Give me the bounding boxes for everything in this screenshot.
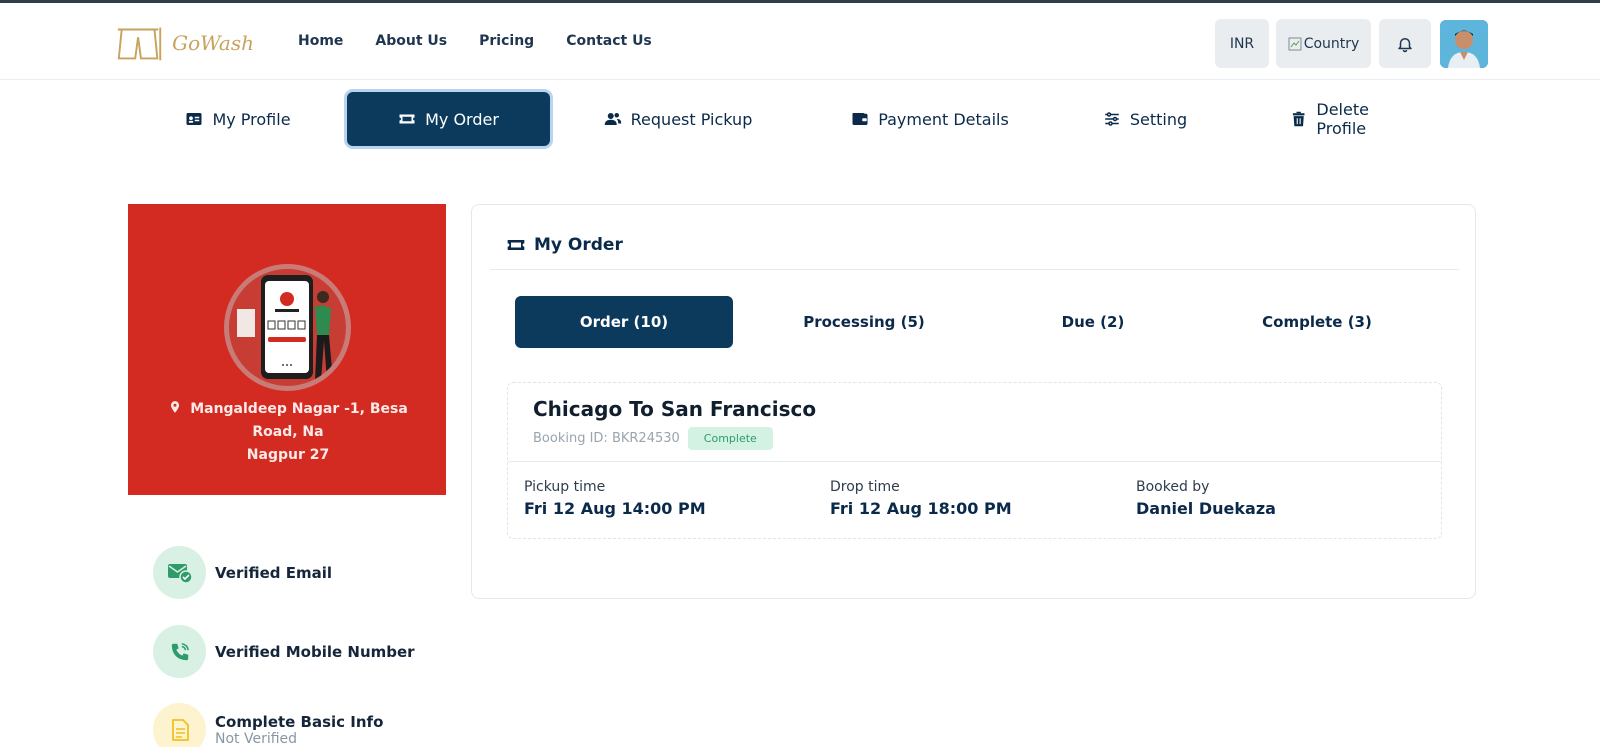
location-pin-icon: [171, 401, 180, 413]
booked-label: Booked by: [1136, 479, 1210, 495]
verification-status: Not Verified: [215, 730, 298, 747]
tab-label: My Profile: [212, 109, 291, 129]
main-nav: Home About Us Pricing Contact Us: [298, 33, 652, 49]
booked-value: Daniel Duekaza: [1136, 499, 1276, 518]
verification-icon-wrap: [153, 546, 206, 599]
order-route: Chicago To San Francisco: [533, 397, 817, 421]
tab-setting[interactable]: Setting: [1100, 92, 1190, 146]
wallet-icon: [852, 113, 868, 125]
order-panel-title: My Order: [534, 235, 623, 255]
tab-label: Setting: [1129, 109, 1188, 129]
notification-button[interactable]: [1379, 19, 1431, 68]
profile-picture[interactable]: [224, 264, 351, 391]
order-card[interactable]: Chicago To San Francisco Booking ID: BKR…: [507, 382, 1442, 539]
order-tab-processing[interactable]: Processing (5): [755, 296, 973, 348]
verification-icon-wrap: [153, 703, 206, 747]
verification-label: Verified Email: [215, 563, 333, 582]
order-tab-label: Processing (5): [803, 313, 925, 331]
profile-address: Mangaldeep Nagar -1, Besa Road, Na Nagpu…: [148, 398, 428, 467]
tab-my-profile[interactable]: My Profile: [172, 92, 304, 146]
trash-icon: [1292, 111, 1305, 127]
user-avatar[interactable]: [1440, 20, 1488, 68]
tab-payment-details[interactable]: Payment Details: [850, 92, 1010, 146]
address-line-1: Mangaldeep Nagar -1, Besa Road, Na: [190, 401, 408, 440]
ticket-icon: [399, 114, 415, 124]
country-label: Country: [1303, 35, 1360, 52]
currency-label: INR: [1229, 35, 1255, 52]
currency-button[interactable]: INR: [1215, 19, 1269, 68]
order-panel: My Order Order (10) Processing (5) Due (…: [471, 204, 1476, 599]
tab-delete-profile[interactable]: Delete Profile: [1290, 92, 1420, 146]
order-tab-label: Complete (3): [1262, 313, 1372, 331]
profile-tabs: My Profile My Order Request Pickup Payme…: [0, 92, 1600, 148]
users-icon: [604, 113, 621, 125]
header: GoWash Home About Us Pricing Contact Us …: [0, 3, 1600, 80]
drop-label: Drop time: [830, 479, 900, 495]
tab-request-pickup[interactable]: Request Pickup: [598, 92, 758, 146]
booking-id: Booking ID: BKR24530: [533, 431, 680, 446]
document-icon: [171, 718, 189, 741]
logo[interactable]: GoWash: [114, 21, 254, 65]
phone-icon: [171, 642, 189, 660]
pickup-label: Pickup time: [524, 479, 606, 495]
verification-label: Verified Mobile Number: [215, 642, 415, 661]
status-badge: Complete: [687, 427, 773, 450]
tab-label: Request Pickup: [630, 109, 753, 129]
user-photo-icon: [1440, 20, 1488, 68]
verification-label: Complete Basic Info: [215, 712, 384, 731]
order-tab-all[interactable]: Order (10): [515, 296, 733, 348]
nav-about-us[interactable]: About Us: [375, 33, 447, 49]
drop-time: Drop time Fri 12 Aug 18:00 PM: [830, 479, 1012, 518]
divider: [508, 461, 1441, 462]
id-card-icon: [186, 113, 202, 125]
sliders-icon: [1105, 112, 1119, 126]
verification-email: Verified Email: [153, 546, 332, 599]
pickup-value: Fri 12 Aug 14:00 PM: [524, 499, 706, 518]
ticket-icon: [507, 240, 525, 250]
nav-home[interactable]: Home: [298, 33, 343, 49]
order-tab-label: Order (10): [579, 313, 669, 331]
tab-label: My Order: [425, 109, 499, 129]
address-line-2: Nagpur 27: [246, 447, 330, 463]
broken-image-icon: [1288, 37, 1302, 50]
verification-icon-wrap: [153, 625, 206, 678]
order-panel-header: My Order: [506, 235, 623, 255]
divider: [490, 269, 1459, 270]
booked-by: Booked by Daniel Duekaza: [1136, 479, 1276, 518]
envelope-check-icon: [167, 563, 193, 584]
tab-label: Payment Details: [878, 109, 1009, 129]
pickup-time: Pickup time Fri 12 Aug 14:00 PM: [524, 479, 706, 518]
order-tab-due[interactable]: Due (2): [984, 296, 1202, 348]
logo-text: GoWash: [172, 31, 254, 55]
order-meta: Booking ID: BKR24530 Complete: [533, 427, 773, 450]
profile-illustration: [229, 269, 345, 385]
logo-icon: [117, 27, 162, 61]
verification-mobile: Verified Mobile Number: [153, 625, 415, 678]
drop-value: Fri 12 Aug 18:00 PM: [830, 499, 1012, 518]
profile-card: Mangaldeep Nagar -1, Besa Road, Na Nagpu…: [128, 204, 446, 495]
order-tab-complete[interactable]: Complete (3): [1208, 296, 1426, 348]
country-button[interactable]: Country: [1276, 19, 1371, 68]
order-tab-label: Due (2): [1061, 313, 1125, 331]
nav-pricing[interactable]: Pricing: [479, 33, 534, 49]
tab-label: Delete Profile: [1316, 100, 1369, 138]
tab-my-order[interactable]: My Order: [347, 92, 550, 146]
verification-basic-info: Complete Basic Info Not Verified: [153, 703, 383, 747]
bell-icon: [1398, 37, 1412, 52]
nav-contact-us[interactable]: Contact Us: [566, 33, 652, 49]
